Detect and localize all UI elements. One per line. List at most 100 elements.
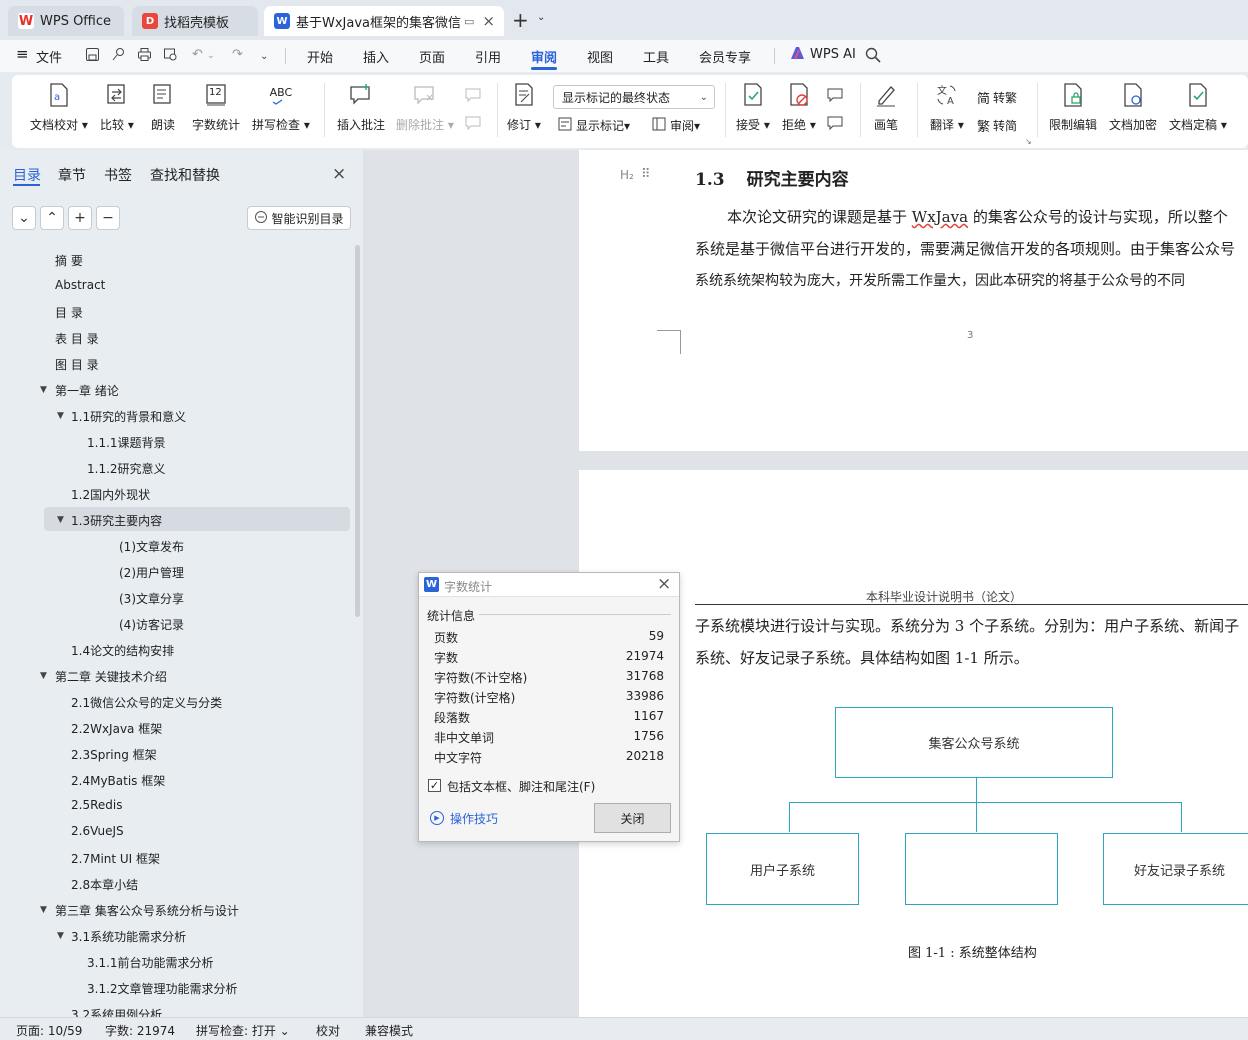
paragraph-line[interactable]: 系统是基于微信平台进行开发的，需要满足微信开发的各项规则。由于集客公众号 [695,238,1235,259]
toc-item[interactable]: 图 目 录 [55,356,99,373]
section-heading[interactable]: 1.3 研究主要内容 [695,165,849,190]
toc-item[interactable]: 摘 要 [55,252,83,269]
toc-item[interactable]: 2.1微信公众号的定义与分类 [71,694,222,711]
paragraph-line[interactable]: 本次论文研究的课题是基于 WxJava 的集客公众号的设计与实现，所以整个 [727,206,1228,227]
toc-item[interactable]: 1.1.1课题背景 [87,434,166,451]
hamburger-icon[interactable]: ≡ [16,45,29,63]
nav-tab-find-replace[interactable]: 查找和替换 [150,165,220,185]
remove-heading-button[interactable]: − [96,206,120,230]
toc-item[interactable]: 2.3Spring 框架 [71,746,157,763]
status-proofread[interactable]: 校对 [316,1022,340,1039]
menu-tools[interactable]: 工具 [643,47,669,66]
expand-triangle-icon[interactable]: ▼ [40,385,47,395]
expand-triangle-icon[interactable]: ▼ [57,931,64,941]
close-button[interactable]: 关闭 [594,803,671,833]
toc-item[interactable]: 2.7Mint UI 框架 [71,850,160,867]
nav-tab-toc[interactable]: 目录 [13,165,41,185]
diagram-child-node[interactable]: 用户子系统 [706,833,859,905]
drag-handle-icon[interactable]: ⠿ [641,167,651,182]
paragraph-line[interactable]: 系统、好友记录子系统。具体结构如图 1-1 所示。 [695,647,1029,668]
tab-wps-office[interactable]: W WPS Office [8,6,124,36]
tab-current-document[interactable]: W 基于WxJava框架的集客微信公 ▭ × [264,6,504,36]
expand-triangle-icon[interactable]: ▼ [57,411,64,421]
toc-item[interactable]: 3.1.2文章管理功能需求分析 [87,980,238,997]
accept-button[interactable]: 接受 ▾ [736,83,770,133]
window-icon[interactable]: ▭ [464,15,474,28]
figure-caption[interactable]: 图 1-1 : 系统整体结构 [908,942,1037,961]
toc-item[interactable]: 2.8本章小结 [71,876,138,893]
toc-item[interactable]: 1.1研究的背景和意义 [71,408,186,425]
previous-change-icon[interactable] [826,87,844,103]
diagram-child-node[interactable]: 好友记录子系统 [1103,833,1248,905]
panel-scrollbar[interactable] [355,245,360,617]
review-pane-button[interactable]: 审阅 ▾ [652,117,700,134]
toc-item[interactable]: (3)文章分享 [119,590,184,607]
close-panel-icon[interactable]: × [332,164,346,184]
reject-button[interactable]: 拒绝 ▾ [782,83,816,133]
toc-item[interactable]: (1)文章发布 [119,538,184,555]
toc-item[interactable]: 第一章 绪论 [55,382,119,399]
nav-tab-bookmarks[interactable]: 书签 [104,165,132,185]
diagram-root-node[interactable]: 集客公众号系统 [835,707,1113,778]
undo-dropdown-icon[interactable]: ⌄ [207,51,215,61]
menu-review[interactable]: 审阅 [531,47,557,66]
insert-comment-button[interactable]: 插入批注 [337,83,385,133]
status-word-count[interactable]: 字数: 21974 [105,1022,175,1039]
toc-item[interactable]: 1.2国内外现状 [71,486,150,503]
menu-wps-ai[interactable]: WPS AI [810,47,856,62]
menu-member[interactable]: 会员专享 [699,47,751,66]
toc-item[interactable]: (2)用户管理 [119,564,184,581]
show-markup-button[interactable]: 显示标记 ▾ [558,117,630,134]
toc-item[interactable]: 2.4MyBatis 框架 [71,772,165,789]
tips-link[interactable]: 操作技巧 [450,810,498,827]
spell-error-word[interactable]: WxJava [912,208,968,226]
pen-button[interactable]: 画笔 [874,83,898,133]
toc-item[interactable]: 表 目 录 [55,330,99,347]
toc-item[interactable]: 3.1系统功能需求分析 [71,928,186,945]
redo-icon[interactable]: ↷ [232,47,243,62]
toc-item[interactable]: Abstract [55,278,105,292]
track-changes-button[interactable]: 修订 ▾ [507,83,541,133]
nav-tab-chapters[interactable]: 章节 [58,165,86,185]
doc-check-button[interactable]: a 文档校对 ▾ [30,83,88,133]
quick-access-dropdown-icon[interactable]: ⌄ [260,51,268,62]
read-aloud-button[interactable]: 朗读 [151,83,175,133]
translate-button[interactable]: 文A 翻译 ▾ [930,83,964,133]
share-icon[interactable] [111,47,126,66]
collapse-all-button[interactable]: ⌄ [12,206,36,230]
menu-home[interactable]: 开始 [307,47,333,66]
finalize-button[interactable]: 文档定稿 ▾ [1169,83,1227,133]
next-change-icon[interactable] [826,115,844,131]
chevron-down-icon[interactable]: ⌄ [537,12,545,23]
previous-comment-icon[interactable] [464,87,482,103]
toc-item[interactable]: 3.2系统用例分析 [71,1006,162,1017]
toc-item-selected[interactable]: 1.3研究主要内容 [71,512,162,529]
expand-triangle-icon[interactable]: ▼ [40,671,47,681]
print-preview-icon[interactable] [163,47,178,66]
include-textbox-checkbox[interactable]: ✓ [428,779,441,792]
delete-comment-button[interactable]: 删除批注 ▾ [396,83,454,133]
status-page[interactable]: 页面: 10/59 [16,1022,82,1039]
menu-view[interactable]: 视图 [587,47,613,66]
diagram-child-node[interactable] [905,833,1058,905]
toc-item[interactable]: 2.2WxJava 框架 [71,720,162,737]
smart-toc-button[interactable]: 智能识别目录 [247,206,351,230]
toc-item[interactable]: 第二章 关键技术介绍 [55,668,167,685]
word-count-button[interactable]: 12 字数统计 [192,83,240,133]
toc-item[interactable]: 2.5Redis [71,798,122,812]
undo-icon[interactable]: ↶ [192,47,203,62]
toc-item[interactable]: 目 录 [55,304,83,321]
restrict-edit-button[interactable]: 限制编辑 [1049,83,1097,133]
menu-page[interactable]: 页面 [419,47,445,66]
menu-references[interactable]: 引用 [475,47,501,66]
compare-button[interactable]: 比较 ▾ [100,83,134,133]
toc-item[interactable]: 1.4论文的结构安排 [71,642,174,659]
spell-check-button[interactable]: ABC 拼写检查 ▾ [252,83,310,133]
search-icon[interactable] [865,47,881,67]
markup-display-dropdown[interactable]: 显示标记的最终状态 ⌄ [553,85,715,109]
tab-docer-templates[interactable]: D 找稻壳模板 [132,6,258,36]
paragraph-line[interactable]: 系统系统架构较为庞大，开发所需工作量大，因此本研究的将基于公众号的不同 [695,270,1185,290]
save-icon[interactable] [85,47,100,66]
close-dialog-icon[interactable]: × [657,574,671,594]
paragraph-line[interactable]: 子系统模块进行设计与实现。系统分为 3 个子系统。分别为：用户子系统、新闻子 [695,615,1239,636]
